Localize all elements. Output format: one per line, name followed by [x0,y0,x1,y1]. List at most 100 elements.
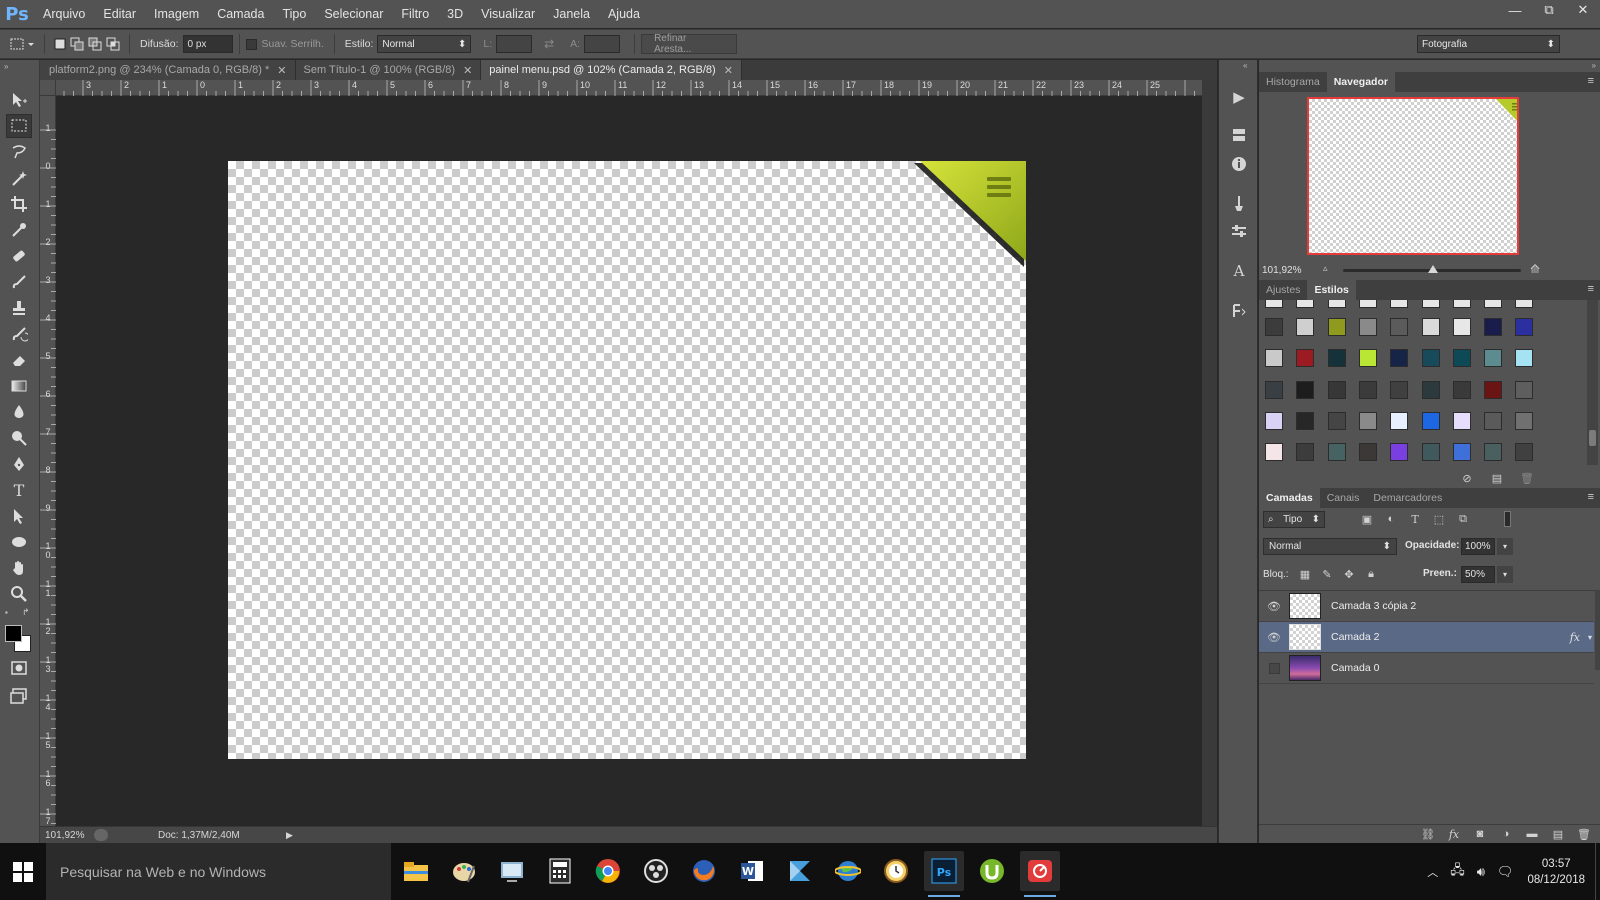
path-selection-tool-icon[interactable] [6,504,32,528]
close-tab-icon[interactable]: ✕ [463,64,472,77]
brush-tool-icon[interactable] [6,270,32,294]
lock-transparent-icon[interactable]: ▦ [1297,566,1313,582]
menu-janela[interactable]: Janela [544,0,599,28]
new-selection-icon[interactable] [51,35,69,53]
show-hidden-icons-icon[interactable]: ︿ [1427,864,1438,880]
width-input[interactable] [496,35,533,53]
document-info-icon[interactable] [94,829,108,841]
style-swatch[interactable] [1390,380,1409,399]
adjust-sliders-icon[interactable] [1227,220,1251,242]
style-swatch[interactable] [1421,443,1440,462]
status-menu-arrow-icon[interactable]: ▶ [286,830,293,841]
zoom-out-icon[interactable]: ▵ [1323,263,1328,274]
tab-camadas[interactable]: Camadas [1259,488,1320,508]
delete-layer-icon[interactable]: 🗑 [1576,826,1592,842]
navigator-preview[interactable] [1307,97,1519,255]
new-style-icon[interactable]: ▤ [1489,470,1505,486]
visibility-eye-icon[interactable]: 👁︎ [1259,600,1289,613]
navigator-zoom-value[interactable]: 101,92% [1262,265,1301,276]
style-swatch[interactable] [1421,349,1440,368]
pen-tool-icon[interactable] [6,452,32,476]
style-swatch[interactable] [1358,443,1377,462]
collapse-arrows-icon[interactable]: » [4,62,8,71]
history-brush-tool-icon[interactable] [6,322,32,346]
blend-mode-select[interactable]: Normal ⬍ [1263,538,1397,555]
styles-scrollbar[interactable] [1587,300,1598,465]
expand-effects-icon[interactable]: ▾ [1588,633,1592,642]
style-swatch[interactable] [1358,411,1377,430]
filter-toggle[interactable] [1504,511,1511,527]
style-swatch[interactable] [1296,349,1315,368]
close-tab-icon[interactable]: ✕ [724,64,733,77]
style-swatch[interactable] [1390,349,1409,368]
play-actions-icon[interactable]: ▶ [1227,86,1251,108]
layer-name[interactable]: Camada 0 [1331,662,1379,674]
style-swatch[interactable] [1421,300,1440,308]
style-swatch[interactable] [1390,411,1409,430]
info-icon[interactable] [1227,153,1251,175]
intersect-selection-icon[interactable] [105,35,123,53]
character-panel-icon[interactable]: A [1227,260,1251,282]
brush-presets-icon[interactable] [1227,192,1251,214]
clear-style-icon[interactable]: ⊘ [1459,470,1475,486]
style-swatch[interactable] [1265,349,1283,368]
rectangular-marquee-tool-icon[interactable] [6,114,32,138]
style-swatch[interactable] [1265,380,1283,399]
calculator-icon[interactable] [540,851,580,891]
doc-tab-platform2[interactable]: platform2.png @ 234% (Camada 0, RGB/8) *… [40,60,296,80]
menu-camada[interactable]: Camada [208,0,273,28]
move-tool-icon[interactable] [6,88,32,112]
minimize-button[interactable]: — [1498,0,1532,20]
link-layers-icon[interactable]: ⛓ [1420,826,1436,842]
show-desktop-button[interactable] [1595,843,1600,900]
close-tab-icon[interactable]: ✕ [277,64,286,77]
zoom-tool-icon[interactable] [6,582,32,606]
style-swatch[interactable] [1390,443,1409,462]
layer-effects-fx-icon[interactable]: fx [1570,631,1580,644]
style-swatch[interactable] [1515,318,1534,336]
style-swatch[interactable] [1265,443,1283,462]
style-swatch[interactable] [1327,349,1346,368]
paint-app-icon[interactable] [444,851,484,891]
taskbar-clock[interactable]: 03:57 08/12/2018 [1527,856,1585,888]
panel-menu-icon[interactable]: ≡ [1588,283,1594,295]
filter-pixel-icon[interactable]: ▣ [1359,511,1375,527]
lock-position-icon[interactable]: ✥ [1341,566,1357,582]
layers-scrollbar[interactable] [1595,590,1600,670]
eraser-tool-icon[interactable] [6,348,32,372]
filter-shape-icon[interactable]: ⬚ [1431,511,1447,527]
tab-ajustes[interactable]: Ajustes [1259,280,1307,300]
healing-brush-tool-icon[interactable] [6,244,32,268]
workspace-select[interactable]: Fotografia ⬍ [1417,35,1560,53]
visibility-eye-icon[interactable]: 👁︎ [1259,631,1289,644]
layer-name[interactable]: Camada 3 cópia 2 [1331,600,1416,612]
add-layer-style-icon[interactable]: fx [1446,826,1462,842]
subtract-selection-icon[interactable] [87,35,105,53]
globe-app-icon[interactable] [828,851,868,891]
fill-input[interactable]: 50% [1461,566,1495,583]
opacity-input[interactable]: 100% [1461,538,1495,555]
new-adjustment-layer-icon[interactable]: ◑ [1498,826,1514,842]
style-swatch[interactable] [1327,443,1346,462]
panel-menu-icon[interactable]: ≡ [1588,75,1594,87]
restore-button[interactable]: ⧉ [1532,0,1566,20]
tab-canais[interactable]: Canais [1320,488,1367,508]
photoshop-taskbar-icon[interactable]: Ps [924,851,964,897]
magic-wand-tool-icon[interactable] [6,166,32,190]
style-swatch[interactable] [1515,300,1534,308]
filter-type-icon[interactable]: T [1407,511,1423,527]
style-swatch[interactable] [1421,318,1440,336]
add-mask-icon[interactable]: ◙ [1472,826,1488,842]
style-swatch[interactable] [1452,349,1471,368]
blur-tool-icon[interactable] [6,400,32,424]
crop-tool-icon[interactable] [6,192,32,216]
menu-imagem[interactable]: Imagem [145,0,208,28]
tab-demarcadores[interactable]: Demarcadores [1366,488,1449,508]
style-swatch[interactable] [1358,318,1377,336]
ruler-origin[interactable] [40,80,56,96]
delete-style-icon[interactable]: 🗑 [1519,470,1535,486]
style-swatch[interactable] [1484,443,1503,462]
doc-tab-painel-menu[interactable]: painel menu.psd @ 102% (Camada 2, RGB/8)… [481,60,742,80]
menu-ajuda[interactable]: Ajuda [599,0,649,28]
style-swatch[interactable] [1327,411,1346,430]
